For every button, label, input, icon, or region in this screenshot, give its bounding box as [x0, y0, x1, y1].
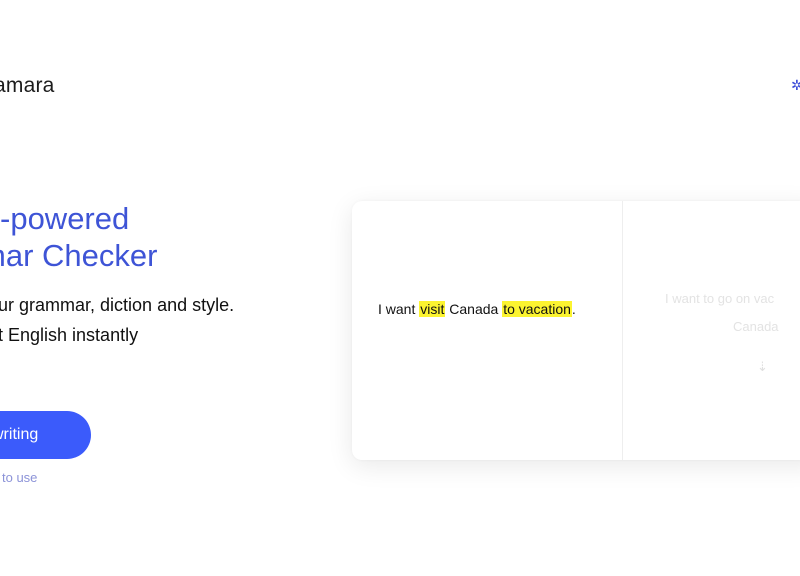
- demo-card: I want visit Canada to vacation. I want …: [352, 201, 800, 460]
- hero-subtitle: our grammar, diction and style. nt Engli…: [0, 290, 234, 350]
- demo-input-panel: I want visit Canada to vacation.: [352, 201, 623, 460]
- hero-title: -powered mar Checker: [0, 200, 157, 274]
- hero-subtitle-line-1: our grammar, diction and style.: [0, 295, 235, 315]
- highlighted-error: to vacation: [502, 301, 572, 317]
- sentence-segment: Canada: [445, 301, 503, 317]
- demo-input-sentence: I want visit Canada to vacation.: [378, 301, 576, 317]
- brand-logo[interactable]: amara: [0, 74, 55, 98]
- cta-note: to use: [2, 470, 38, 485]
- hero-subtitle-line-2: nt English instantly: [0, 325, 139, 345]
- output-line-1: I want to go on vac: [665, 291, 775, 306]
- landing-page: amara ✲ -powered mar Checker our grammar…: [0, 0, 800, 576]
- demo-output-panel: I want to go on vac Canada ⇣: [623, 201, 800, 460]
- hero-title-line-2: mar Checker: [0, 238, 158, 273]
- start-writing-button[interactable]: writing: [0, 411, 91, 459]
- output-line-2: Canada: [733, 319, 779, 334]
- hero-title-line-1: -powered: [0, 201, 130, 236]
- sentence-segment: .: [571, 301, 576, 317]
- sentence-segment: I want: [378, 301, 420, 317]
- flag-icon[interactable]: ✲: [791, 78, 800, 92]
- highlighted-error: visit: [419, 301, 446, 317]
- demo-output-sentence: I want to go on vac Canada: [665, 285, 800, 341]
- arrow-down-icon: ⇣: [757, 359, 768, 374]
